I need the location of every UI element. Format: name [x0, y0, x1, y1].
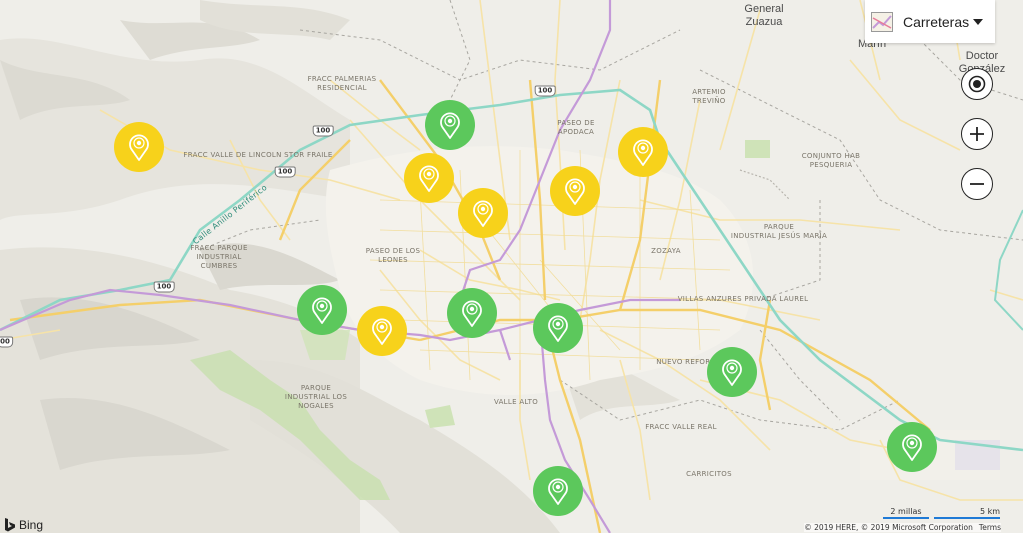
location-marker-icon	[419, 165, 439, 192]
label-artemio-trevino: ARTEMIO TREVIÑO	[692, 88, 726, 105]
highway-shield: 100	[274, 166, 296, 178]
location-marker-icon	[462, 300, 482, 327]
label-zozaya: ZOZAYA	[651, 247, 681, 255]
map-pin-green[interactable]	[424, 99, 475, 150]
label-parque-jesus-maria: PARQUE INDUSTRIAL JESÚS MARÍA	[730, 223, 828, 240]
label-conjunto-hab: CONJUNTO HAB PESQUERIA	[801, 152, 861, 169]
label-general-zuazua: General Zuazua	[744, 3, 784, 28]
label-fracc-valle-lincoln: FRACC VALLE DE LINCOLN STOR FRAILE	[183, 151, 333, 159]
copyright-text: © 2019 HERE, © 2019 Microsoft Corporatio…	[804, 523, 973, 532]
label-paseo-apodaca: PASEO DE APODACA	[557, 119, 595, 136]
location-marker-icon	[564, 178, 585, 205]
bing-logo[interactable]: Bing	[4, 518, 43, 532]
map-pin-green[interactable]	[706, 346, 757, 397]
locate-me-icon	[968, 75, 986, 93]
scale-km: 5 km	[934, 507, 1000, 519]
location-marker-icon	[371, 318, 392, 345]
location-marker-icon	[548, 478, 568, 505]
map-pin-green[interactable]	[446, 287, 497, 338]
label-carricitos: CARRICITOS	[686, 470, 732, 478]
scale-miles-label: 2 millas	[890, 507, 922, 516]
map-pin-green[interactable]	[533, 303, 583, 354]
map-pin-yellow[interactable]	[356, 306, 407, 356]
map-pin-yellow[interactable]	[458, 188, 508, 239]
location-marker-icon	[128, 134, 149, 162]
location-marker-icon	[548, 315, 568, 343]
location-marker-icon	[312, 297, 332, 324]
location-marker-icon	[632, 139, 653, 166]
location-marker-icon	[439, 112, 460, 139]
highway-shield: 100	[312, 125, 334, 137]
map-pin-yellow[interactable]	[403, 153, 454, 204]
map-pin-yellow[interactable]	[617, 126, 668, 177]
chevron-down-icon	[973, 18, 983, 25]
highway-shield: 00	[0, 336, 13, 348]
bing-icon	[5, 518, 15, 532]
map-canvas[interactable]: General Zuazua Marín Doctor González FRA…	[0, 0, 1023, 533]
map-style-picker[interactable]: Carreteras	[865, 0, 995, 43]
map-style-label: Carreteras	[903, 13, 970, 30]
minus-icon	[970, 183, 984, 185]
label-villas-anzures: VILLAS ANZURES PRIVADA LAUREL	[677, 295, 809, 303]
locate-me-button[interactable]	[961, 68, 993, 100]
location-marker-icon	[473, 200, 493, 228]
scale-km-label: 5 km	[979, 507, 1000, 516]
map-base-layer	[0, 0, 1023, 533]
plus-icon	[970, 127, 984, 141]
map-pin-yellow[interactable]	[113, 122, 164, 173]
zoom-out-button[interactable]	[961, 168, 993, 200]
terms-link[interactable]: Terms	[979, 523, 1001, 532]
label-fracc-palmerias: FRACC PALMERIAS RESIDENCIAL	[307, 75, 377, 92]
map-pin-green[interactable]	[297, 285, 347, 335]
label-valle-alto: VALLE ALTO	[493, 398, 539, 406]
copyright-notice: © 2019 HERE, © 2019 Microsoft Corporatio…	[804, 523, 1001, 532]
location-marker-icon	[902, 434, 922, 462]
bing-label: Bing	[19, 518, 44, 532]
highway-shield: 100	[153, 281, 175, 293]
label-fracc-valle-real: FRACC VALLE REAL	[645, 423, 717, 431]
scale-km-bar	[934, 517, 1000, 519]
scale-miles: 2 millas	[883, 507, 929, 519]
scale-miles-bar	[883, 517, 929, 519]
label-paseo-leones: PASEO DE LOS LEONES	[365, 247, 421, 264]
map-pin-yellow[interactable]	[549, 165, 600, 216]
highway-shield: 100	[534, 85, 556, 97]
map-pin-green[interactable]	[887, 422, 937, 473]
map-pin-green[interactable]	[533, 465, 583, 516]
label-fracc-parque-cumbres: FRACC PARQUE INDUSTRIAL CUMBRES	[190, 244, 248, 270]
zoom-in-button[interactable]	[961, 118, 993, 150]
label-parque-nogales: PARQUE INDUSTRIAL LOS NOGALES	[284, 384, 348, 410]
road-map-icon	[871, 11, 893, 32]
location-marker-icon	[721, 359, 742, 386]
